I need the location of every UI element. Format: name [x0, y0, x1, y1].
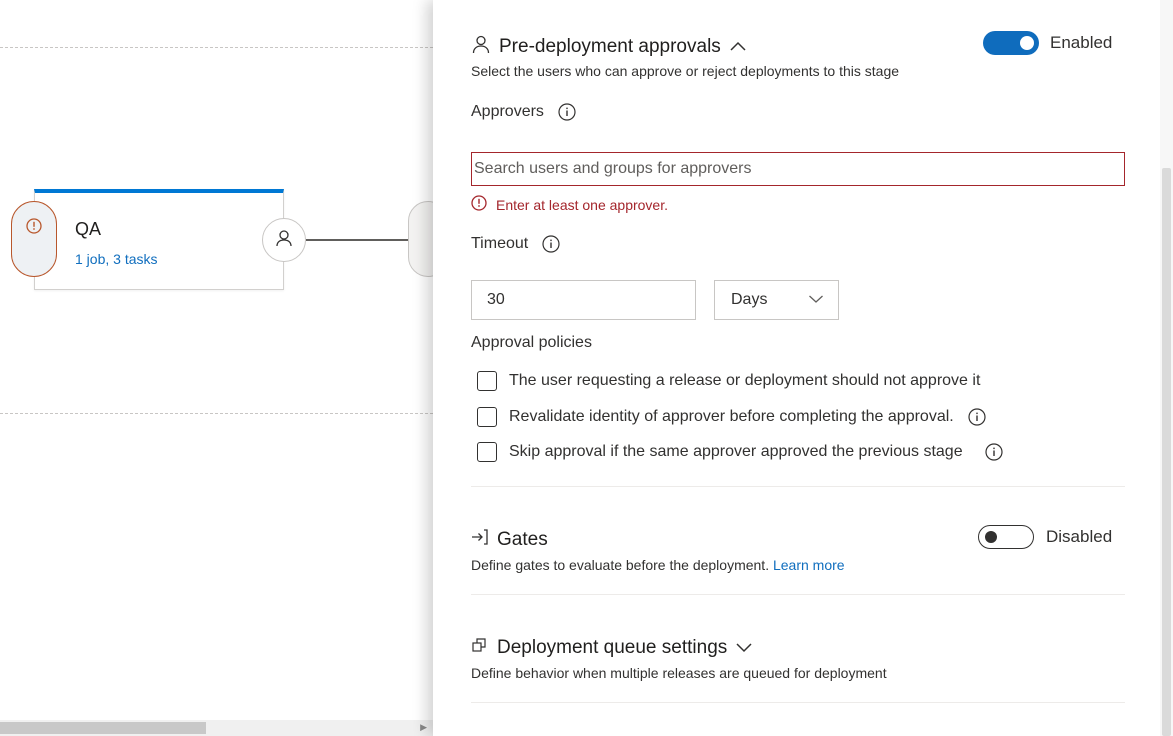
stage-connector [306, 239, 410, 241]
timeout-label: Timeout [471, 235, 529, 252]
horizontal-scrollbar[interactable]: ▶ [0, 720, 433, 736]
learn-more-link[interactable]: Learn more [773, 557, 845, 573]
queue-title: Deployment queue settings [497, 637, 728, 658]
timeout-label-row: Timeout [471, 235, 560, 253]
approvers-search-input[interactable] [471, 152, 1125, 186]
section-divider [471, 702, 1125, 703]
policy-row-skip-same-approver[interactable]: Skip approval if the same approver appro… [477, 442, 1003, 462]
policy-checkbox[interactable] [477, 407, 497, 427]
policy-row-no-self-approve[interactable]: The user requesting a release or deploym… [477, 371, 980, 391]
queue-section-header[interactable]: Deployment queue settings [471, 636, 753, 660]
approvers-label-row: Approvers [471, 103, 576, 121]
user-icon [274, 228, 294, 253]
gates-toggle[interactable] [978, 525, 1034, 549]
queue-description: Define behavior when multiple releases a… [471, 665, 887, 681]
approvals-section-header[interactable]: Pre-deployment approvals [471, 34, 747, 60]
stage-card-qa[interactable]: QA 1 job, 3 tasks [34, 189, 284, 290]
error-icon [471, 195, 487, 214]
approvals-toggle-label: Enabled [1050, 33, 1113, 52]
gates-description: Define gates to evaluate before the depl… [471, 557, 770, 573]
chevron-down-icon[interactable] [735, 637, 753, 659]
approvers-label: Approvers [471, 103, 544, 120]
post-deployment-conditions-button[interactable] [262, 218, 306, 262]
pipeline-canvas: QA 1 job, 3 tasks ▶ [0, 0, 433, 736]
vertical-scroll-thumb[interactable] [1162, 168, 1171, 736]
approvals-toggle[interactable] [983, 31, 1039, 55]
approval-policies-label: Approval policies [471, 334, 592, 351]
user-icon [471, 34, 491, 60]
section-divider [471, 594, 1125, 595]
timeout-unit-dropdown[interactable]: Days [714, 280, 839, 320]
gate-enter-icon [471, 528, 489, 552]
gates-title: Gates [497, 529, 548, 550]
gates-section-header[interactable]: Gates [471, 528, 548, 552]
horizontal-scroll-thumb[interactable] [0, 722, 206, 734]
stage-summary-link[interactable]: 1 job, 3 tasks [75, 251, 158, 267]
chevron-down-icon [808, 291, 824, 309]
lane-divider-bottom [0, 413, 433, 414]
lane-divider-top [0, 47, 433, 48]
info-icon[interactable] [985, 443, 1003, 461]
gates-description-row: Define gates to evaluate before the depl… [471, 557, 845, 573]
info-icon[interactable] [542, 235, 560, 253]
policy-label: Skip approval if the same approver appro… [509, 443, 963, 460]
error-text: Enter at least one approver. [496, 196, 668, 213]
info-icon[interactable] [968, 408, 986, 426]
policy-checkbox[interactable] [477, 371, 497, 391]
policy-label: The user requesting a release or deploym… [509, 372, 981, 389]
policy-label: Revalidate identity of approver before c… [509, 408, 954, 425]
info-icon[interactable] [558, 103, 576, 121]
next-stage-conditions[interactable] [408, 201, 433, 277]
approvers-error: Enter at least one approver. [471, 195, 668, 214]
timeout-input[interactable] [471, 280, 696, 320]
pre-deployment-conditions-button[interactable] [11, 201, 57, 277]
policy-checkbox[interactable] [477, 442, 497, 462]
policy-row-revalidate-identity[interactable]: Revalidate identity of approver before c… [477, 407, 986, 427]
timeout-unit-value: Days [731, 291, 768, 308]
vertical-scrollbar[interactable] [1160, 0, 1173, 736]
section-divider [471, 486, 1125, 487]
stage-name: QA [75, 219, 102, 239]
gates-toggle-label: Disabled [1046, 527, 1113, 546]
scroll-right-arrow-icon[interactable]: ▶ [420, 722, 427, 733]
approvals-title: Pre-deployment approvals [499, 36, 721, 57]
approvals-description: Select the users who can approve or reje… [471, 63, 900, 79]
queue-settings-icon [471, 636, 489, 660]
warning-icon [26, 218, 42, 276]
chevron-up-icon[interactable] [729, 36, 747, 58]
